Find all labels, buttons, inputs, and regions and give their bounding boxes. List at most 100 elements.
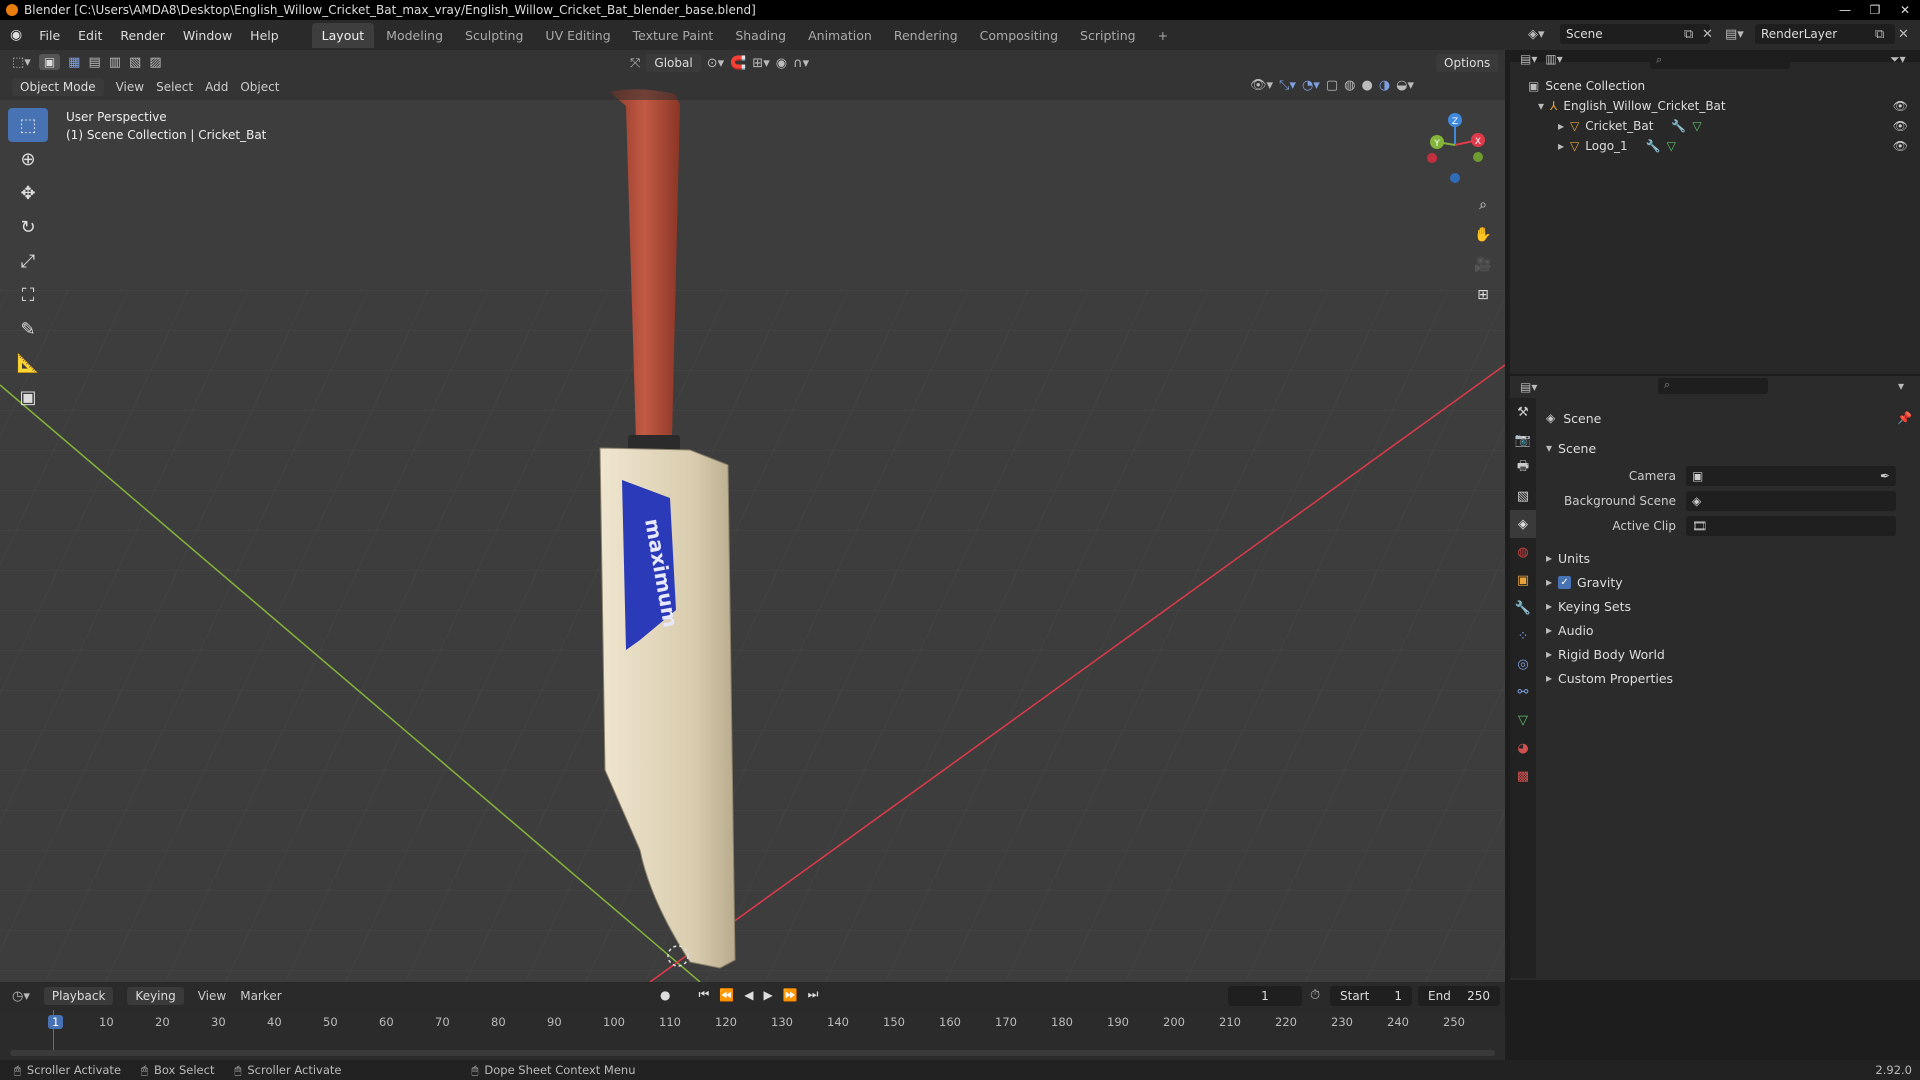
- particles-tab-icon[interactable]: ⁘: [1510, 622, 1536, 650]
- scene-section-header[interactable]: ▾ Scene: [1546, 438, 1912, 458]
- keying-menu[interactable]: Keying: [127, 987, 184, 1005]
- select-tool-icon[interactable]: ▣: [38, 54, 61, 70]
- renderlayer-selector[interactable]: RenderLayer: [1755, 24, 1895, 44]
- panel-custom-properties[interactable]: ▸ Custom Properties: [1546, 666, 1912, 690]
- properties-search-input[interactable]: ⌕: [1658, 378, 1768, 394]
- move-tool-icon[interactable]: ✥: [8, 176, 48, 210]
- outliner-search-input[interactable]: ⌕: [1650, 53, 1790, 69]
- playback-menu[interactable]: Playback: [43, 987, 114, 1005]
- eyedropper-icon[interactable]: ✒: [1880, 469, 1890, 483]
- timeline-scrollbar[interactable]: [10, 1050, 1495, 1056]
- proportional-edit-icon[interactable]: ◉: [776, 56, 787, 71]
- outliner-row-collection[interactable]: ▾ ⅄ English_Willow_Cricket_Bat 👁: [1528, 96, 1908, 116]
- jump-keyframe-forward-icon[interactable]: ⏩: [783, 988, 798, 1002]
- menu-view[interactable]: View: [116, 80, 144, 94]
- modifier-wrench-icon[interactable]: 🔧: [1671, 119, 1686, 133]
- jump-end-icon[interactable]: ⏭: [808, 987, 819, 1002]
- menu-help[interactable]: Help: [241, 28, 288, 43]
- timeline-editor-icon[interactable]: ◷▾: [12, 989, 30, 1004]
- modifier-wrench-icon[interactable]: 🔧: [1646, 139, 1661, 153]
- menu-object[interactable]: Object: [240, 80, 279, 94]
- select-subtract-mode-icon[interactable]: ▥: [109, 55, 121, 70]
- current-frame-field[interactable]: 1: [1228, 986, 1302, 1006]
- select-box-mode-icon[interactable]: ▦: [68, 55, 80, 70]
- snap-icon[interactable]: 🧲: [730, 56, 746, 71]
- falloff-icon[interactable]: ∩▾: [793, 56, 809, 71]
- tool-tab-icon[interactable]: ⚒: [1510, 398, 1536, 426]
- constraints-tab-icon[interactable]: ⚯: [1510, 678, 1536, 706]
- expand-chevron-icon[interactable]: ▸: [1546, 599, 1552, 613]
- pivot-point-icon[interactable]: ⊙▾: [707, 56, 724, 71]
- texture-tab-icon[interactable]: ▩: [1510, 762, 1536, 790]
- select-intersect-mode-icon[interactable]: ▨: [149, 55, 161, 70]
- add-cube-tool-icon[interactable]: ▣: [8, 380, 48, 414]
- active-clip-field[interactable]: 🎞: [1686, 516, 1896, 536]
- overlay-toggle-icon[interactable]: ◔▾: [1302, 78, 1320, 93]
- properties-options-chevron-icon[interactable]: ▾: [1898, 379, 1904, 393]
- data-tab-icon[interactable]: ▽: [1510, 706, 1536, 734]
- transform-tool-icon[interactable]: ⛶: [8, 278, 48, 312]
- new-scene-icon[interactable]: ⧉: [1684, 27, 1693, 42]
- navigation-gizmo[interactable]: Z X Y: [1420, 110, 1490, 190]
- expand-chevron-icon[interactable]: ▸: [1558, 119, 1564, 133]
- pan-hand-icon[interactable]: ✋: [1470, 222, 1496, 248]
- outliner-row-scene-collection[interactable]: ▣ Scene Collection: [1528, 76, 1908, 96]
- scale-tool-icon[interactable]: ⤢: [8, 244, 48, 278]
- visibility-filter-icon[interactable]: 👁▾: [1250, 78, 1273, 93]
- shading-material-icon[interactable]: ◑: [1379, 78, 1390, 93]
- snap-target-icon[interactable]: ⊞▾: [752, 56, 769, 71]
- visibility-eye-icon[interactable]: 👁: [1893, 99, 1908, 113]
- add-workspace-icon[interactable]: +: [1148, 23, 1178, 48]
- tab-sculpting[interactable]: Sculpting: [455, 23, 533, 48]
- select-box-tool-icon[interactable]: ⬚: [8, 108, 48, 142]
- measure-tool-icon[interactable]: 📐: [8, 346, 48, 380]
- maximize-icon[interactable]: ❐: [1860, 0, 1890, 20]
- expand-chevron-icon[interactable]: ▸: [1546, 623, 1552, 637]
- menu-file[interactable]: File: [30, 28, 69, 43]
- gravity-checkbox[interactable]: ✓: [1558, 575, 1572, 589]
- rotate-tool-icon[interactable]: ↻: [8, 210, 48, 244]
- minimize-icon[interactable]: —: [1830, 0, 1860, 20]
- blender-menu-icon[interactable]: ◉: [10, 27, 22, 43]
- outliner-row-cricket-bat[interactable]: ▸ ▽ Cricket_Bat 🔧 ▽ 👁: [1528, 116, 1908, 136]
- xray-toggle-icon[interactable]: ▢: [1326, 78, 1338, 93]
- properties-editor-icon[interactable]: ▤▾: [1520, 380, 1537, 394]
- annotate-tool-icon[interactable]: ✎: [8, 312, 48, 346]
- tab-uv-editing[interactable]: UV Editing: [535, 23, 620, 48]
- editor-type-icon[interactable]: ⬚▾: [12, 55, 31, 70]
- view-layer-tab-icon[interactable]: ▧: [1510, 482, 1536, 510]
- physics-tab-icon[interactable]: ◎: [1510, 650, 1536, 678]
- tab-shading[interactable]: Shading: [725, 23, 796, 48]
- menu-select[interactable]: Select: [156, 80, 193, 94]
- expand-chevron-icon[interactable]: ▾: [1546, 441, 1552, 455]
- expand-chevron-icon[interactable]: ▸: [1546, 671, 1552, 685]
- mode-dropdown[interactable]: Object Mode: [12, 78, 104, 96]
- expand-chevron-icon[interactable]: ▸: [1546, 551, 1552, 565]
- play-icon[interactable]: ▶: [763, 988, 772, 1002]
- select-extend-mode-icon[interactable]: ▤: [88, 55, 100, 70]
- visibility-eye-icon[interactable]: 👁: [1893, 139, 1908, 153]
- end-frame-field[interactable]: End 250: [1418, 986, 1500, 1006]
- start-frame-field[interactable]: Start 1: [1330, 986, 1412, 1006]
- panel-rigid-body-world[interactable]: ▸ Rigid Body World: [1546, 642, 1912, 666]
- shading-rendered-icon[interactable]: ◒▾: [1396, 78, 1414, 93]
- world-tab-icon[interactable]: ◍: [1510, 538, 1536, 566]
- background-scene-field[interactable]: ◈: [1686, 491, 1896, 511]
- renderlayer-browse-icon[interactable]: ▤▾: [1725, 27, 1744, 42]
- delete-renderlayer-icon[interactable]: ✕: [1898, 27, 1909, 42]
- new-renderlayer-icon[interactable]: ⧉: [1875, 27, 1884, 42]
- outliner-row-logo[interactable]: ▸ ▽ Logo_1 🔧 ▽ 👁: [1528, 136, 1908, 156]
- play-reverse-icon[interactable]: ◀: [744, 988, 753, 1002]
- tab-compositing[interactable]: Compositing: [970, 23, 1068, 48]
- jump-start-icon[interactable]: ⏮: [698, 987, 709, 1002]
- visibility-eye-icon[interactable]: 👁: [1893, 119, 1908, 133]
- panel-units[interactable]: ▸ Units: [1546, 546, 1912, 570]
- panel-audio[interactable]: ▸ Audio: [1546, 618, 1912, 642]
- expand-chevron-icon[interactable]: ▸: [1546, 575, 1552, 589]
- pin-icon[interactable]: 📌: [1897, 411, 1912, 425]
- shading-solid-icon[interactable]: ●: [1361, 78, 1372, 93]
- expand-chevron-icon[interactable]: ▾: [1538, 99, 1544, 113]
- modifier-tab-icon[interactable]: 🔧: [1510, 594, 1536, 622]
- tab-modeling[interactable]: Modeling: [376, 23, 453, 48]
- gizmo-toggle-icon[interactable]: ⤡▾: [1279, 78, 1296, 93]
